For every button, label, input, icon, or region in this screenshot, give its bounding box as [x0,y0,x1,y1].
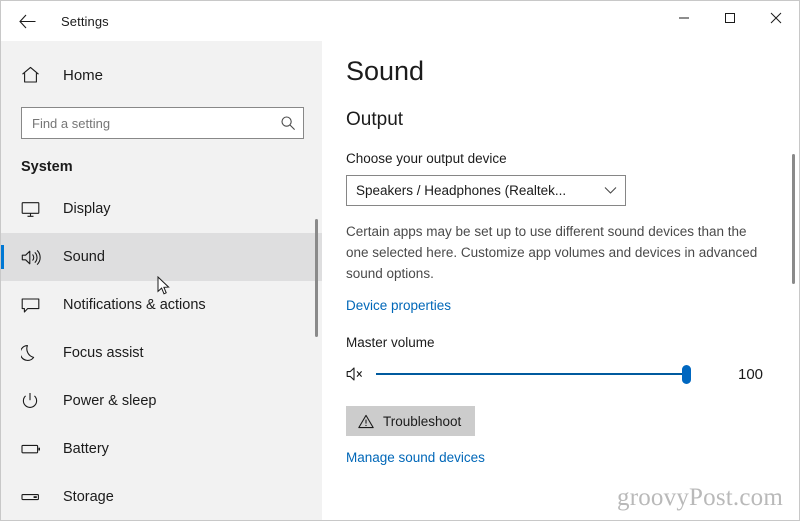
troubleshoot-label: Troubleshoot [383,413,462,429]
slider-rail [376,373,686,375]
search-icon[interactable] [273,115,303,131]
sidebar-nav-list: Display Sound Notifications & actions Fo… [1,185,322,520]
output-device-value: Speakers / Headphones (Realtek... [356,183,567,198]
monitor-icon [21,201,47,218]
sidebar-item-focus-assist[interactable]: Focus assist [1,329,322,377]
sidebar-item-label: Focus assist [63,345,144,361]
troubleshoot-button[interactable]: Troubleshoot [346,406,476,436]
content-scrollbar[interactable] [792,154,795,284]
sidebar-item-label: Sound [63,249,105,265]
device-properties-link[interactable]: Device properties [346,298,451,313]
back-button[interactable] [5,5,49,37]
sidebar-item-sound[interactable]: Sound [1,233,322,281]
maximize-icon [725,13,735,23]
warning-triangle-icon [358,414,374,429]
moon-icon [21,344,47,362]
sidebar-item-power-sleep[interactable]: Power & sleep [1,377,322,425]
battery-icon [21,442,47,456]
chevron-down-icon [595,186,625,195]
home-label: Home [63,66,104,84]
speaker-mute-icon[interactable] [346,366,372,382]
sidebar-item-label: Power & sleep [63,393,157,409]
maximize-button[interactable] [707,1,753,35]
output-device-label: Choose your output device [346,151,507,166]
message-icon [21,297,47,314]
output-device-dropdown[interactable]: Speakers / Headphones (Realtek... [346,175,626,206]
window-title: Settings [61,13,109,29]
sidebar-item-home[interactable]: Home [21,57,322,93]
master-volume-value: 100 [738,365,764,383]
sidebar-item-label: Battery [63,441,109,457]
storage-icon [21,491,47,503]
sidebar-item-notifications[interactable]: Notifications & actions [1,281,322,329]
power-icon [21,392,47,410]
sidebar-item-label: Storage [63,489,114,505]
window-controls [661,1,799,35]
manage-sound-devices-link[interactable]: Manage sound devices [346,450,485,465]
close-icon [770,12,782,24]
close-button[interactable] [753,1,799,35]
watermark: groovyPost.com [617,484,783,511]
sidebar-item-storage[interactable]: Storage [1,473,322,520]
output-description: Certain apps may be set up to use differ… [346,224,758,281]
search-input[interactable] [22,115,273,131]
sidebar: Home System Display [1,41,322,520]
master-volume-row: 100 [346,364,799,384]
home-icon [21,66,47,84]
settings-window: Settings Home Find a setting System Disp… [0,0,800,521]
minimize-button[interactable] [661,1,707,35]
search-box[interactable] [21,107,304,139]
minimize-icon [679,17,689,19]
sidebar-item-display[interactable]: Display [1,185,322,233]
page-title: Sound [346,56,425,86]
sidebar-item-label: Display [63,201,111,217]
master-volume-label: Master volume [346,335,435,350]
output-group-title: Output [346,109,404,130]
sidebar-section-title: System [21,159,73,175]
master-volume-slider[interactable] [376,364,691,384]
content-pane: Sound Output Choose your output device S… [322,41,799,520]
back-arrow-icon [18,14,35,28]
sidebar-scrollbar[interactable] [315,219,318,337]
sidebar-item-label: Notifications & actions [63,297,206,313]
speaker-icon [21,249,47,266]
sidebar-item-battery[interactable]: Battery [1,425,322,473]
title-bar: Settings [1,1,799,41]
slider-thumb[interactable] [682,365,691,384]
